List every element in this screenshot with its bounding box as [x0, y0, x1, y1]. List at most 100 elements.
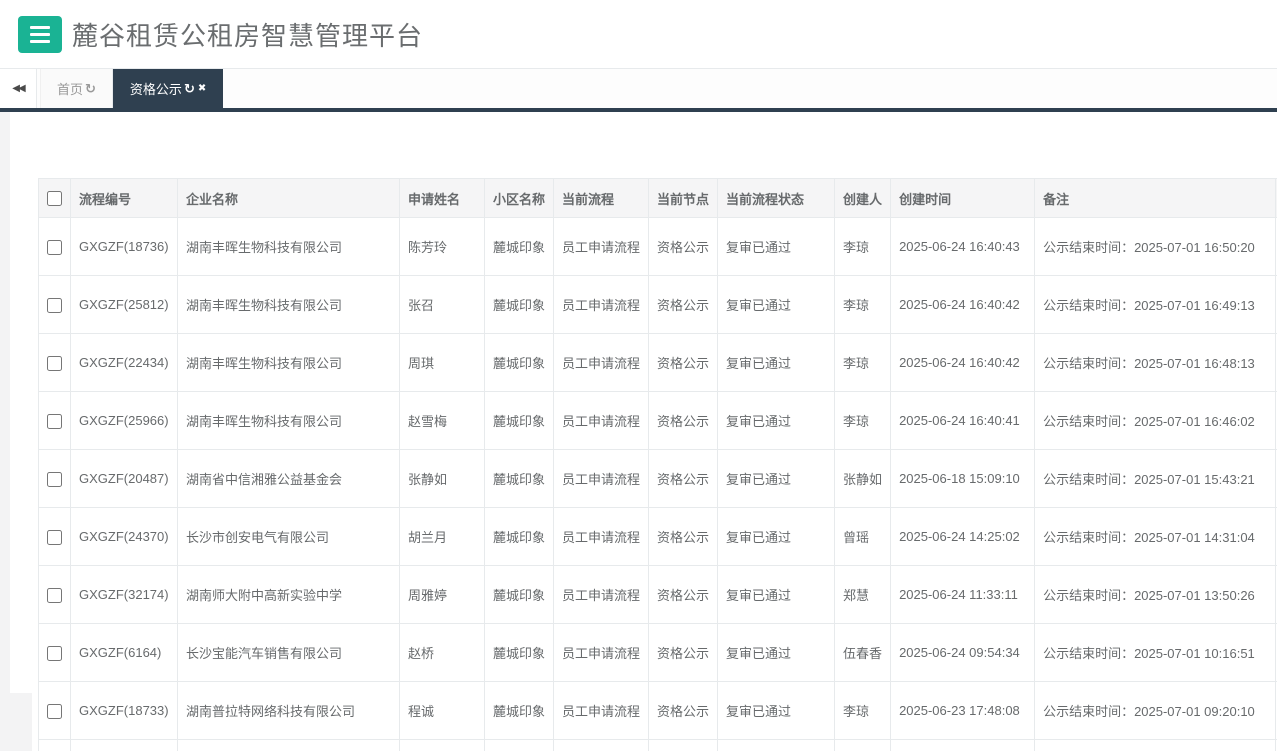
cell-applicant: 胡兰月: [400, 508, 485, 566]
cell-created-at: 2025-06-24 16:40:42: [891, 276, 1035, 334]
cell-flow: 员工申请流程: [554, 218, 649, 276]
cell-flow: 员工申请流程: [554, 276, 649, 334]
table-row: GXGZF(32174)湖南师大附中高新实验中学周雅婷麓城印象员工申请流程资格公…: [39, 566, 1277, 624]
row-checkbox[interactable]: [47, 588, 62, 603]
table-row: GXGZF(18736)湖南丰晖生物科技有限公司陈芳玲麓城印象员工申请流程资格公…: [39, 218, 1277, 276]
refresh-icon[interactable]: ↻: [85, 81, 96, 97]
cell-empty: [1035, 740, 1276, 751]
cell-remark: 公示结束时间：2025-07-01 10:16:51: [1035, 624, 1276, 682]
tab-qualification-publicity[interactable]: 资格公示 ↻ ✖: [113, 69, 223, 108]
table-row: GXGZF(20487)湖南省中信湘雅公益基金会张静如麓城印象员工申请流程资格公…: [39, 450, 1277, 508]
cell-community: 麓城印象: [485, 276, 554, 334]
cell-company: 湖南丰晖生物科技有限公司: [178, 218, 400, 276]
cell-flow-status: 复审已通过: [718, 508, 835, 566]
cell-node: 资格公示: [649, 682, 718, 740]
qualification-table: 流程编号企业名称申请姓名小区名称当前流程当前节点当前流程状态创建人创建时间备注操…: [38, 178, 1277, 751]
cell-community: 麓城印象: [485, 624, 554, 682]
row-checkbox-cell: [39, 392, 71, 450]
row-checkbox[interactable]: [47, 240, 62, 255]
cell-community: 麓城印象: [485, 218, 554, 276]
cell-created-at: 2025-06-18 15:09:10: [891, 450, 1035, 508]
cell-applicant: 周雅婷: [400, 566, 485, 624]
table-header-row: 流程编号企业名称申请姓名小区名称当前流程当前节点当前流程状态创建人创建时间备注操…: [39, 179, 1277, 218]
cell-company: 湖南省中信湘雅公益基金会: [178, 450, 400, 508]
row-checkbox[interactable]: [47, 356, 62, 371]
double-left-arrow-icon: ◀◀: [12, 83, 23, 94]
row-checkbox-cell: [39, 218, 71, 276]
column-header-community: 小区名称: [485, 179, 554, 218]
cell-node: 资格公示: [649, 218, 718, 276]
refresh-icon[interactable]: ↻: [184, 81, 195, 97]
cell-flow: 员工申请流程: [554, 450, 649, 508]
cell-empty: [178, 740, 400, 751]
column-header-created-at: 创建时间: [891, 179, 1035, 218]
row-checkbox[interactable]: [47, 298, 62, 313]
cell-applicant: 陈芳玲: [400, 218, 485, 276]
title-bar: 麓谷租赁公租房智慧管理平台: [0, 0, 1277, 68]
cell-node: 资格公示: [649, 624, 718, 682]
row-checkbox[interactable]: [47, 530, 62, 545]
cell-flow: 员工申请流程: [554, 508, 649, 566]
row-checkbox-cell: [39, 624, 71, 682]
cell-node: 资格公示: [649, 450, 718, 508]
cell-process-no: GXGZF(32174): [71, 566, 178, 624]
cell-flow-status: 复审已通过: [718, 450, 835, 508]
cell-remark: 公示结束时间：2025-07-01 09:20:10: [1035, 682, 1276, 740]
cell-creator: 李琼: [835, 392, 891, 450]
cell-remark: 公示结束时间：2025-07-01 15:43:21: [1035, 450, 1276, 508]
open-tabs: 首页 ↻ 资格公示 ↻ ✖: [40, 69, 223, 108]
column-header-applicant: 申请姓名: [400, 179, 485, 218]
tab-bar: ◀◀ 首页 ↻ 资格公示 ↻ ✖: [0, 68, 1277, 108]
select-all-checkbox[interactable]: [47, 191, 62, 206]
cell-process-no: GXGZF(18733): [71, 682, 178, 740]
cell-community: 麓城印象: [485, 566, 554, 624]
cell-creator: 伍春香: [835, 624, 891, 682]
tab-home[interactable]: 首页 ↻: [40, 69, 113, 108]
cell-flow: 员工申请流程: [554, 334, 649, 392]
row-checkbox[interactable]: [47, 472, 62, 487]
column-header-company: 企业名称: [178, 179, 400, 218]
cell-flow: 员工申请流程: [554, 682, 649, 740]
cell-applicant: 程诚: [400, 682, 485, 740]
cell-process-no: GXGZF(22434): [71, 334, 178, 392]
cell-process-no: GXGZF(6164): [71, 624, 178, 682]
cell-empty: [718, 740, 835, 751]
tab-qualification-publicity-label: 资格公示: [130, 79, 182, 98]
cell-remark: 公示结束时间：2025-07-01 16:49:13: [1035, 276, 1276, 334]
cell-remark: 公示结束时间：2025-07-01 13:50:26: [1035, 566, 1276, 624]
row-checkbox[interactable]: [47, 704, 62, 719]
cell-creator: 曾瑶: [835, 508, 891, 566]
table-row-partial: [39, 740, 1277, 751]
cell-company: 湖南丰晖生物科技有限公司: [178, 334, 400, 392]
close-icon[interactable]: ✖: [198, 83, 206, 94]
cell-flow: 员工申请流程: [554, 624, 649, 682]
row-checkbox-cell: [39, 508, 71, 566]
cell-company: 长沙宝能汽车销售有限公司: [178, 624, 400, 682]
page-title: 麓谷租赁公租房智慧管理平台: [72, 16, 423, 53]
row-checkbox[interactable]: [47, 414, 62, 429]
table-row: GXGZF(6164)长沙宝能汽车销售有限公司赵桥麓城印象员工申请流程资格公示复…: [39, 624, 1277, 682]
row-checkbox-cell: [39, 276, 71, 334]
cell-process-no: GXGZF(24370): [71, 508, 178, 566]
cell-remark: 公示结束时间：2025-07-01 16:50:20: [1035, 218, 1276, 276]
cell-process-no: GXGZF(25812): [71, 276, 178, 334]
cell-created-at: 2025-06-24 16:40:43: [891, 218, 1035, 276]
table-row: GXGZF(18733)湖南普拉特网络科技有限公司程诚麓城印象员工申请流程资格公…: [39, 682, 1277, 740]
cell-created-at: 2025-06-24 16:40:42: [891, 334, 1035, 392]
cell-flow-status: 复审已通过: [718, 624, 835, 682]
sidebar-toggle-button[interactable]: [18, 16, 62, 53]
cell-created-at: 2025-06-24 09:54:34: [891, 624, 1035, 682]
cell-creator: 张静如: [835, 450, 891, 508]
column-header-node: 当前节点: [649, 179, 718, 218]
cell-applicant: 赵雪梅: [400, 392, 485, 450]
cell-creator: 李琼: [835, 276, 891, 334]
cell-node: 资格公示: [649, 508, 718, 566]
hamburger-icon: [30, 26, 50, 29]
column-header-flow-status: 当前流程状态: [718, 179, 835, 218]
cell-company: 湖南师大附中高新实验中学: [178, 566, 400, 624]
row-checkbox[interactable]: [47, 646, 62, 661]
tabs-collapse-button[interactable]: ◀◀: [0, 69, 37, 108]
cell-community: 麓城印象: [485, 508, 554, 566]
tab-home-label: 首页: [57, 79, 83, 98]
cell-company: 湖南丰晖生物科技有限公司: [178, 276, 400, 334]
